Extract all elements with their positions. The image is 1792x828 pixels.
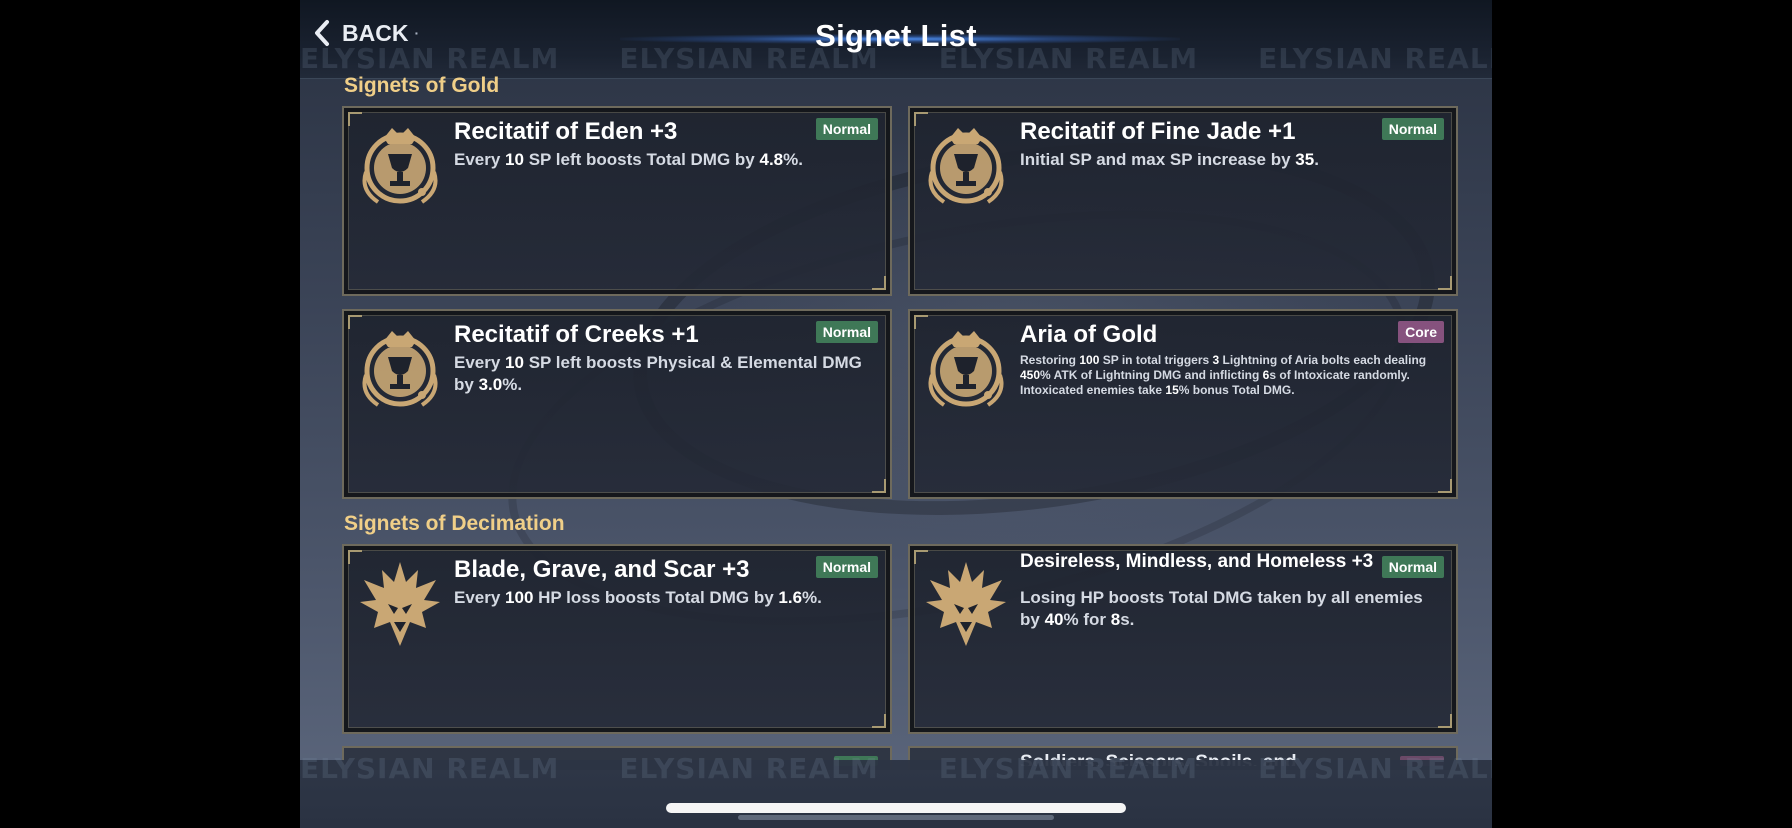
desc-text: HP loss boosts Total DMG by [533, 588, 779, 607]
desc-text: Intoxicated enemies take [1020, 383, 1166, 397]
desc-text: SP in total triggers [1099, 353, 1213, 367]
desc-number: 8 [1110, 610, 1121, 629]
section-title-gold: Signets of Gold [344, 74, 500, 97]
desc-text: SP left boosts Total DMG by [523, 150, 760, 169]
signet-description: Losing HP boosts Total DMG taken by all … [1020, 587, 1445, 631]
signet-name: Aria of Gold [1020, 321, 1158, 348]
desc-number: 4.8 [759, 150, 784, 169]
game-screen: ELYSIAN REALM ELYSIAN REALM ELYSIAN REALM E… [300, 0, 1492, 828]
signet-description: Every 100 HP loss boosts Total DMG by 1.… [454, 587, 879, 609]
footer-watermark: ELYSIAN REALM ELYSIAN REALM ELYSIAN REALM E… [300, 752, 1492, 785]
desc-text: Every [454, 353, 506, 372]
desc-text: . [1314, 150, 1319, 169]
signet-type-badge: Normal [815, 118, 878, 140]
desc-text: %. [783, 150, 803, 169]
desc-number: 35 [1295, 150, 1315, 169]
desc-text: % for [1063, 610, 1111, 629]
signet-description: Every 10 SP left boosts Total DMG by 4.8… [454, 149, 879, 171]
signet-card[interactable]: Blade, Grave, and Scar +3 Every 100 HP lo… [342, 544, 892, 734]
signet-type-badge: Normal [1381, 118, 1444, 140]
decimation-crest-icon [920, 558, 1012, 650]
desc-number: 15 [1165, 383, 1179, 397]
gold-chalice-icon [920, 323, 1012, 415]
desc-number: 1.6 [778, 588, 803, 607]
signet-card[interactable]: Recitatif of Fine Jade +1 Initial SP and … [908, 106, 1458, 296]
signet-card[interactable]: Recitatif of Creeks +1 Every 10 SP left b… [342, 309, 892, 499]
desc-text: Every [454, 588, 506, 607]
gold-chalice-icon [354, 323, 446, 415]
signet-card[interactable]: Recitatif of Eden +3 Every 10 SP left boo… [342, 106, 892, 296]
desc-number: 450 [1020, 368, 1041, 382]
desc-number: 100 [1079, 353, 1100, 367]
desc-number: 10 [505, 353, 524, 372]
section-title-decimation: Signets of Decimation [344, 512, 565, 535]
desc-text: % bonus Total DMG. [1178, 383, 1295, 397]
desc-number: 10 [505, 150, 524, 169]
gold-chalice-icon [354, 120, 446, 212]
signet-type-badge: Normal [815, 556, 878, 578]
desc-text: Restoring [1020, 353, 1080, 367]
desc-number: 100 [505, 588, 534, 607]
home-indicator-shadow [738, 815, 1054, 820]
desc-text: s. [1120, 610, 1135, 629]
signet-description: Every 10 SP left boosts Physical & Eleme… [454, 352, 879, 396]
signet-name: Recitatif of Fine Jade +1 [1020, 118, 1296, 145]
desc-text: %. [502, 375, 523, 394]
desc-text: Every [454, 150, 506, 169]
description-line: 450% ATK of Lightning DMG and inflicting… [1020, 368, 1445, 383]
desc-text: % ATK of Lightning DMG and inflicting [1040, 368, 1263, 382]
desc-text: %. [802, 588, 822, 607]
signet-name: Blade, Grave, and Scar +3 [454, 556, 750, 583]
desc-text: s of Intoxicate randomly. [1269, 368, 1410, 382]
desc-number: 3.0 [478, 375, 503, 394]
desc-number: 40 [1044, 610, 1064, 629]
signet-description: Initial SP and max SP increase by 35. [1020, 149, 1445, 171]
signet-description: Restoring 100 SP in total triggers 3 Lig… [1020, 353, 1445, 398]
decimation-crest-icon [354, 558, 446, 650]
signet-card[interactable]: Aria of Gold Restoring 100 SP in total tr… [908, 309, 1458, 499]
description-line: Restoring 100 SP in total triggers 3 Lig… [1020, 353, 1445, 368]
signet-type-badge: Normal [815, 321, 878, 343]
signet-name: Desireless, Mindless, and Homeless +3 [1020, 551, 1374, 572]
signet-type-badge: Normal [1381, 556, 1444, 578]
signet-card[interactable]: Desireless, Mindless, and Homeless +3 Los… [908, 544, 1458, 734]
page-title: Signet List [815, 18, 977, 53]
gold-chalice-icon [920, 120, 1012, 212]
signet-name: Recitatif of Eden +3 [454, 118, 678, 145]
top-bar: ELYSIAN REALM ELYSIAN REALM ELYSIAN REALM E… [300, 0, 1492, 79]
desc-text: Initial SP and max SP increase by [1020, 150, 1296, 169]
description-line: Intoxicated enemies take 15% bonus Total… [1020, 383, 1445, 398]
home-indicator[interactable] [666, 803, 1126, 813]
signet-type-badge: Core [1398, 321, 1444, 343]
signet-name: Recitatif of Creeks +1 [454, 321, 699, 348]
desc-text: Lightning of Aria bolts each dealing [1219, 353, 1427, 367]
